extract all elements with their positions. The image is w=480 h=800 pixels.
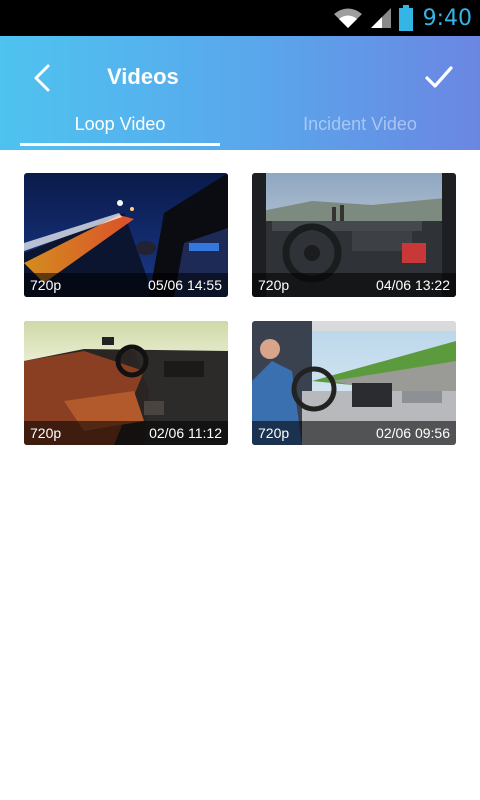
status-bar: 9:40 (0, 0, 480, 36)
video-date: 02/06 09:56 (376, 425, 450, 441)
wifi-icon (333, 8, 362, 28)
video-info-bar: 720p 04/06 13:22 (252, 273, 456, 297)
back-icon[interactable] (26, 62, 58, 94)
signal-icon (370, 8, 391, 28)
check-icon[interactable] (424, 62, 454, 92)
video-date: 05/06 14:55 (148, 277, 222, 293)
video-card[interactable]: 720p 02/06 11:12 (24, 321, 228, 445)
video-date: 04/06 13:22 (376, 277, 450, 293)
battery-icon (398, 5, 413, 31)
page-title: Videos (107, 64, 179, 89)
video-resolution: 720p (30, 425, 62, 441)
tab-incident-video[interactable]: Incident Video (260, 114, 460, 150)
video-info-bar: 720p 02/06 09:56 (252, 421, 456, 445)
video-resolution: 720p (258, 277, 290, 293)
video-info-bar: 720p 05/06 14:55 (24, 273, 228, 297)
video-resolution: 720p (30, 277, 62, 293)
clock: 9:40 (422, 5, 472, 31)
video-card[interactable]: 720p 04/06 13:22 (252, 173, 456, 297)
video-info-bar: 720p 02/06 11:12 (24, 421, 228, 445)
active-tab-indicator (20, 143, 220, 146)
video-card[interactable]: 720p 02/06 09:56 (252, 321, 456, 445)
header: Videos Loop Video Incident Video (0, 36, 480, 150)
video-date: 02/06 11:12 (149, 425, 222, 441)
status-icons: 9:40 (333, 0, 472, 36)
video-resolution: 720p (258, 425, 290, 441)
video-card[interactable]: 720p 05/06 14:55 (24, 173, 228, 297)
